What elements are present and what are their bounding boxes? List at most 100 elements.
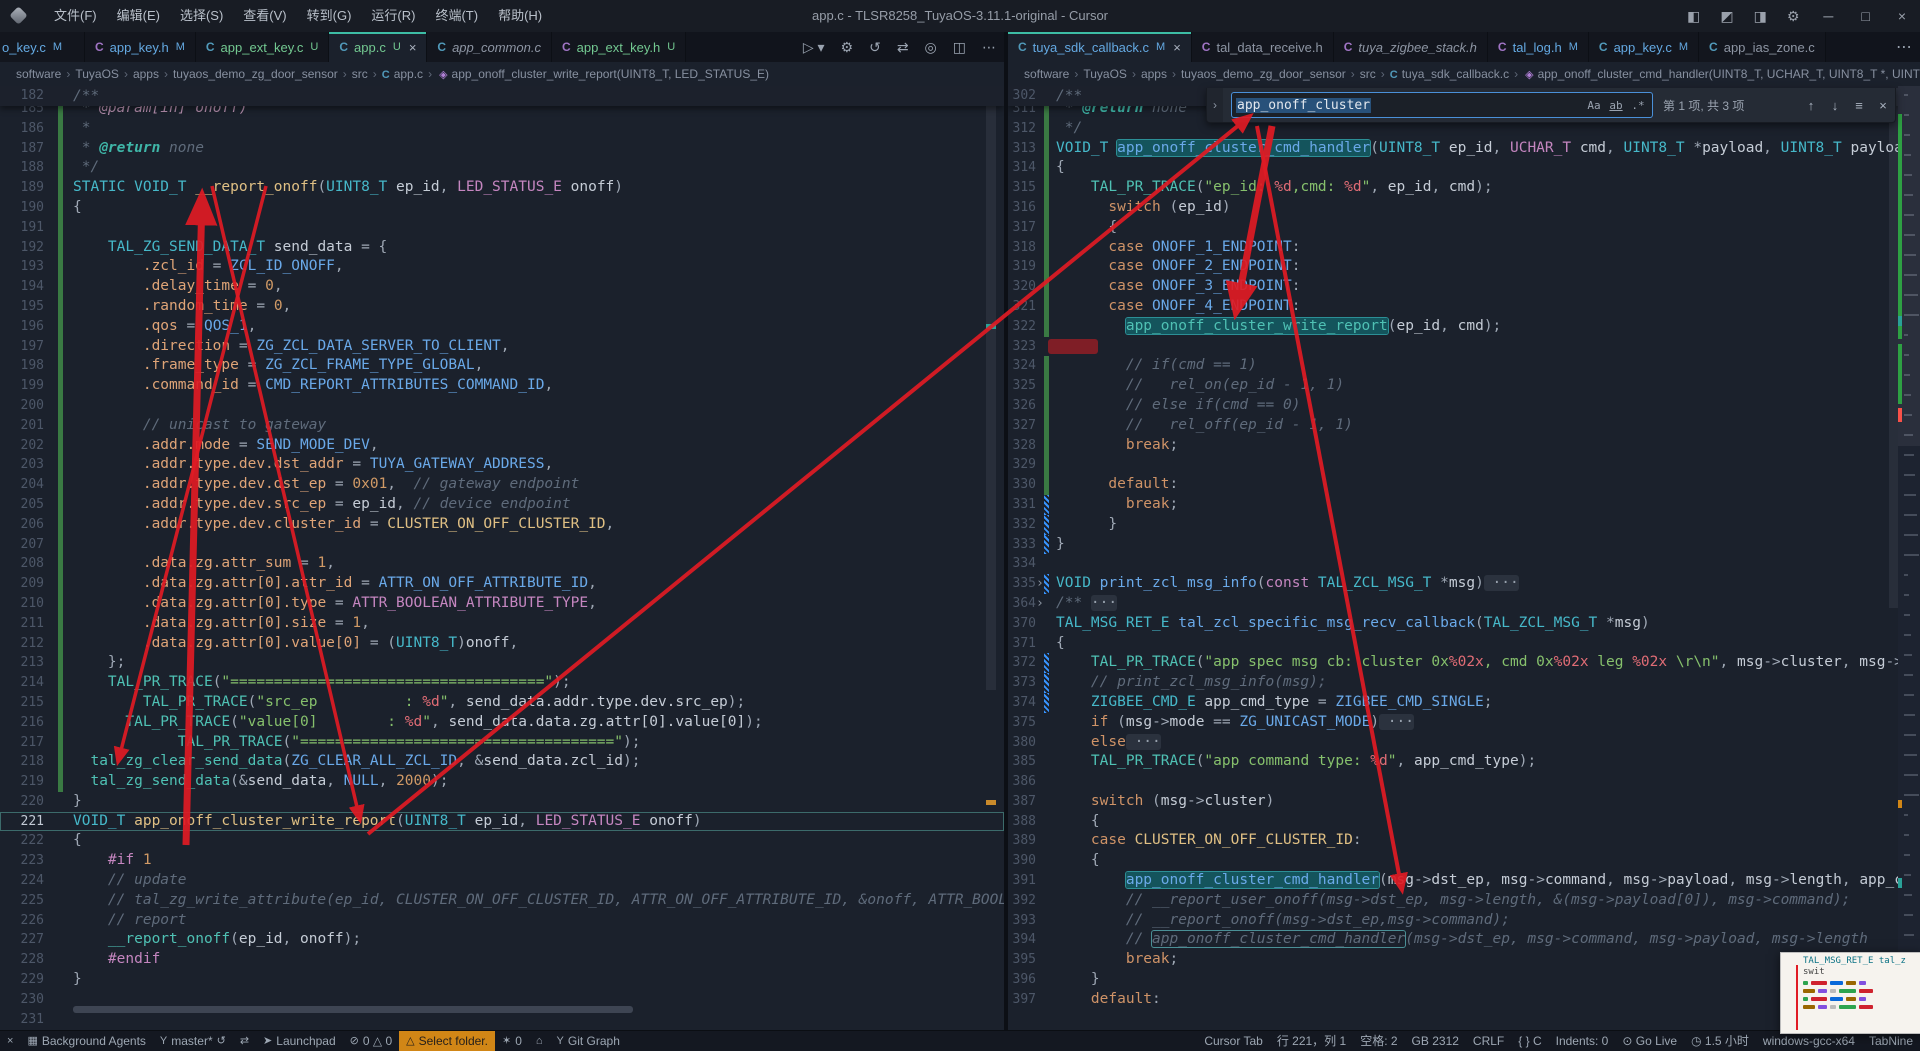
status-remote[interactable]: × [0,1031,20,1051]
status-indents[interactable]: Indents: 0 [1549,1031,1616,1051]
toggle-sidebar-icon[interactable]: ◧ [1677,8,1710,25]
find-in-selection-icon[interactable]: ≡ [1847,98,1871,113]
code-line: 313 VOID_T app_onoff_cluster_cmd_handler(… [1008,138,1920,159]
status-launchpad[interactable]: ➤ Launchpad [256,1031,343,1051]
scrollbar-vertical-left[interactable] [986,90,996,690]
tab-tal_log.h[interactable]: Ctal_log.h M [1487,32,1589,62]
gear-icon[interactable]: ⚙ [833,39,862,56]
breadcrumb-left[interactable]: software › TuyaOS › apps › tuyaos_demo_zg_door… [0,62,1020,86]
status-counter[interactable]: ✶ 0 [495,1031,529,1051]
toggle-secondary-sidebar-icon[interactable]: ◨ [1744,8,1777,25]
code-line: 190{ [0,197,1004,218]
breadcrumb-right[interactable]: software › TuyaOS › apps › tuyaos_demo_zg_door… [1008,62,1920,86]
search-input[interactable]: app_onoff_cluster Aa ab .* [1231,92,1653,118]
breadcrumb-item[interactable]: src [352,67,368,81]
breadcrumb-item[interactable]: software [16,67,61,81]
menu-运行(R)[interactable]: 运行(R) [361,5,425,27]
menu-选择(S)[interactable]: 选择(S) [170,5,233,27]
more-actions-icon[interactable]: ⋯ [974,39,1004,56]
breadcrumb-item[interactable]: apps [133,67,159,81]
breadcrumb-item[interactable]: tuyaos_demo_zg_door_sensor [173,67,338,81]
git-added-mark [58,633,63,654]
next-match-icon[interactable]: ↓ [1823,98,1847,113]
tab-app_ext_key.c[interactable]: Capp_ext_key.c U [195,32,330,62]
status-eol[interactable]: CRLF [1466,1031,1511,1051]
breadcrumb-file[interactable]: Ctuya_sdk_callback.c [1390,67,1509,81]
previous-match-icon[interactable]: ↑ [1799,98,1823,113]
status-encoding[interactable]: GB 2312 [1405,1031,1466,1051]
editor-right[interactable]: 311 * @return none 312 */313 VOID_T app_on… [1008,86,1920,1030]
menu-转到(G)[interactable]: 转到(G) [297,5,362,27]
tab-app_key.c[interactable]: Capp_key.c M [1588,32,1700,62]
code-line: 389 case CLUSTER_ON_OFF_CLUSTER_ID: [1008,831,1920,851]
status-problems[interactable]: ⊘ 0 △ 0 [343,1031,399,1051]
status-select-folder-warning[interactable]: △ Select folder. [399,1031,495,1051]
breadcrumb-file[interactable]: Capp.c [382,67,423,81]
minimap[interactable] [1898,86,1920,1030]
status-compare[interactable]: ⇄ [233,1031,256,1051]
breadcrumb-symbol[interactable]: app_onoff_cluster_write_report(UINT8_T, … [452,67,769,81]
toggle-panel-icon[interactable]: ◩ [1710,8,1743,25]
status-time-tracker[interactable]: ◷ 1.5 小时 [1684,1031,1756,1051]
whole-word-icon[interactable]: ab [1606,96,1626,114]
scrollbar-vertical-right[interactable] [1889,88,1898,608]
match-case-icon[interactable]: Aa [1584,96,1604,114]
status-indentation[interactable]: 空格: 2 [1353,1031,1404,1051]
settings-gear-icon[interactable]: ⚙ [1777,8,1810,25]
close-tab-icon[interactable]: × [1173,40,1181,55]
git-deleted-mark [1048,338,1098,354]
status-git-graph[interactable]: Y Git Graph [550,1031,627,1051]
tab-tal_data_receive.h[interactable]: Ctal_data_receive.h [1191,32,1334,62]
minimize-button[interactable]: ─ [1809,8,1847,24]
status-tabnine[interactable]: TabNine [1862,1031,1920,1051]
breadcrumb-item[interactable]: TuyaOS [1083,67,1127,81]
tab-app.c[interactable]: Capp.c U × [329,32,428,62]
split-editor-icon[interactable]: ◫ [945,39,974,56]
breadcrumb-item[interactable]: software [1024,67,1069,81]
close-tab-icon[interactable]: × [409,40,417,55]
breadcrumb-item[interactable]: src [1360,67,1376,81]
status-language-mode[interactable]: { } C [1511,1031,1548,1051]
scrollbar-horizontal-left[interactable] [73,1006,633,1013]
menu-查看(V)[interactable]: 查看(V) [233,5,296,27]
close-find-icon[interactable]: × [1871,98,1895,113]
status-git-branch[interactable]: Ymaster* ↺ [153,1031,233,1051]
tab-app_ias_zone.c[interactable]: Capp_ias_zone.c [1699,32,1826,62]
status-cursor-position[interactable]: 行 221，列 1 [1270,1031,1353,1051]
breadcrumb-symbol[interactable]: app_onoff_cluster_cmd_handler(UINT8_T, U… [1538,67,1920,81]
maximize-button[interactable]: □ [1847,8,1883,24]
menu-文件(F)[interactable]: 文件(F) [44,5,107,27]
tab-app_key.h[interactable]: Capp_key.h M [85,32,196,62]
fold-chevron-icon[interactable]: › [1036,594,1044,614]
status-compiler-config[interactable]: windows-gcc-x64 [1756,1031,1862,1051]
status-cursor-tab[interactable]: Cursor Tab [1197,1031,1269,1051]
tab-tuya_zigbee_stack.h[interactable]: Ctuya_zigbee_stack.h [1333,32,1488,62]
target-icon[interactable]: ◎ [917,39,945,56]
more-tabs-icon[interactable]: ⋯ [1888,32,1920,62]
run-button[interactable]: ▷ ▾ [795,39,833,56]
tab-o_key.c[interactable]: o_key.c M [0,32,85,62]
menu-帮助(H)[interactable]: 帮助(H) [488,5,552,27]
compare-icon[interactable]: ⇄ [889,39,917,56]
status-home[interactable]: ⌂ [529,1031,550,1051]
breadcrumb-item[interactable]: apps [1141,67,1167,81]
editor-left[interactable]: 185 * @param[in] onoff) 186 * 187 * @retur… [0,86,1004,1030]
toggle-replace-icon[interactable]: › [1207,88,1223,122]
tab-tuya_sdk_callback.c[interactable]: Ctuya_sdk_callback.c M × [1008,32,1192,62]
tab-app_common.c[interactable]: Capp_common.c [427,32,552,62]
preview-chip [1803,997,1808,1001]
git-added-mark [58,514,63,535]
menu-终端(T)[interactable]: 终端(T) [425,5,488,27]
status-background-agents[interactable]: ▦ Background Agents [20,1031,152,1051]
status-label: Indents: 0 [1555,1034,1609,1048]
menu-编辑(E)[interactable]: 编辑(E) [107,5,170,27]
fold-chevron-icon[interactable]: › [1036,574,1044,594]
history-icon[interactable]: ↺ [861,39,889,56]
regex-icon[interactable]: .* [1628,96,1648,114]
tab-app_ext_key.h[interactable]: Capp_ext_key.h U [551,32,687,62]
close-button[interactable]: × [1884,8,1920,24]
line-number: 218 [20,754,44,770]
breadcrumb-item[interactable]: tuyaos_demo_zg_door_sensor [1181,67,1346,81]
status-go-live[interactable]: ⊙ Go Live [1615,1031,1684,1051]
breadcrumb-item[interactable]: TuyaOS [75,67,119,81]
